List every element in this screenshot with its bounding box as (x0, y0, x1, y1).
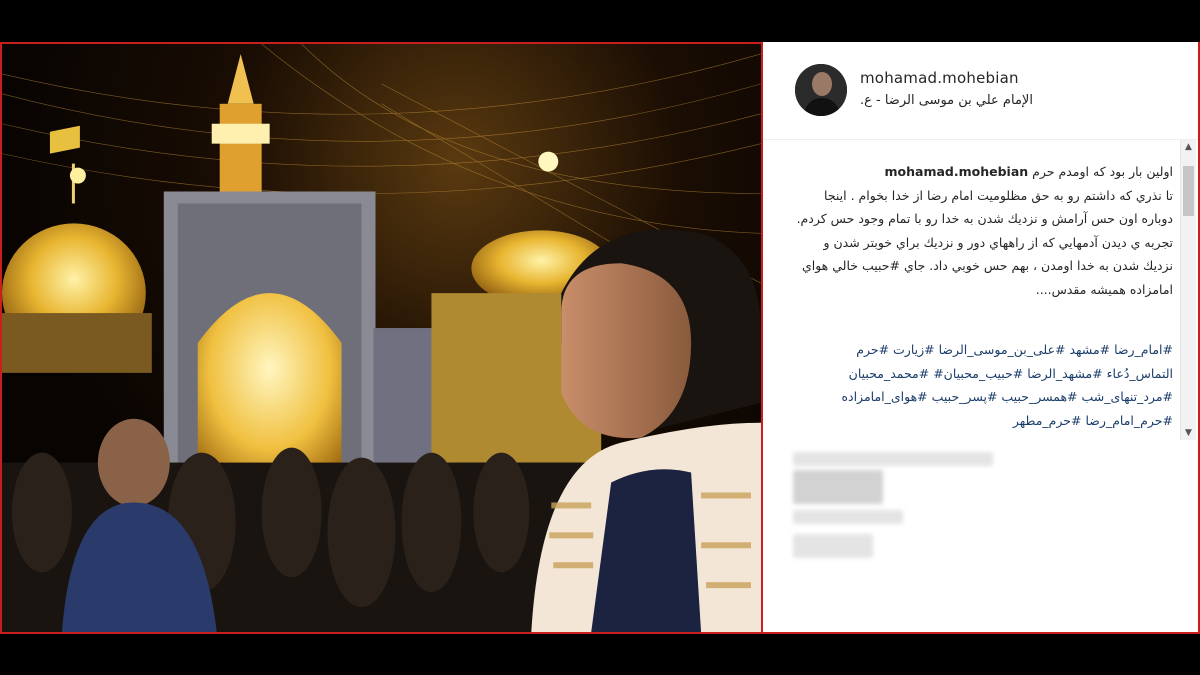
scroll-down-icon[interactable]: ▼ (1185, 428, 1192, 438)
blurred-date (793, 510, 903, 524)
caption-hashtags[interactable]: #امام_رضا #مشهد #علی_بن_موسی_الرضا #زیار… (793, 338, 1173, 432)
post-username[interactable]: mohamad.mohebian (860, 69, 1019, 87)
post-details-panel: mohamad.mohebian الإمام علي بن موسى الرض… (763, 42, 1200, 634)
blurred-likes (793, 452, 993, 466)
blurred-comment-box (793, 534, 873, 558)
caption-area: اولين بار بود كه اومدم حرم mohamad.moheb… (793, 160, 1173, 440)
post-header: mohamad.mohebian الإمام علي بن موسى الرض… (763, 42, 1198, 140)
post-photo[interactable] (0, 42, 763, 634)
caption-first-line: اولين بار بود كه اومدم حرم (1032, 164, 1173, 179)
caption-scrollbar[interactable]: ▲ ▼ (1180, 140, 1196, 440)
scroll-up-icon[interactable]: ▲ (1185, 142, 1192, 152)
caption-body: تا نذري كه داشتم رو به حق مظلوميت امام ر… (796, 187, 1173, 297)
blurred-count (793, 470, 883, 504)
avatar[interactable] (795, 64, 847, 116)
caption-text: اولين بار بود كه اومدم حرم mohamad.moheb… (793, 160, 1173, 302)
shrine-night-photo (2, 44, 761, 632)
scroll-thumb[interactable] (1183, 166, 1194, 216)
caption-username[interactable]: mohamad.mohebian (885, 164, 1029, 179)
post-location[interactable]: الإمام علي بن موسى الرضا - ع. (860, 93, 1033, 108)
